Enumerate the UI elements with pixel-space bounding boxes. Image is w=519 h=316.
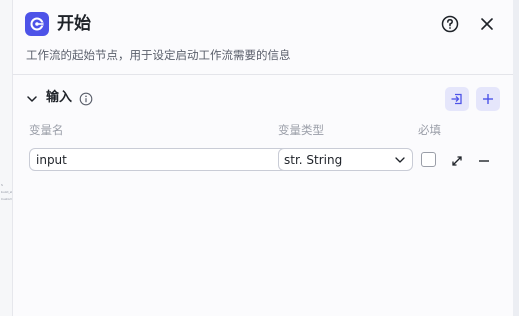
close-icon[interactable] [478,15,496,33]
chevron-down-icon[interactable] [25,91,39,105]
canvas-node-fragment: build_st [1,190,13,194]
info-icon[interactable] [79,91,93,106]
column-header-type: 变量类型 [278,123,324,137]
chevron-down-icon [395,157,405,163]
canvas-node-fragment: S [1,183,3,187]
panel-description: 工作流的起始节点，用于设定启动工作流需要的信息 [26,48,291,62]
add-variable-button[interactable] [476,87,500,111]
panel-title: 开始 [57,14,91,34]
plus-icon [483,94,493,104]
variable-type-value: str. String [284,153,343,167]
variable-name-input[interactable] [29,148,288,171]
canvas-node-fragment: Custom [1,197,13,201]
remove-variable-icon[interactable] [477,153,491,167]
variable-type-select[interactable]: str. String [278,148,413,171]
section-title-input: 输入 [46,90,73,105]
scrollbar-track[interactable] [513,0,519,316]
start-node-icon [25,12,49,36]
expand-icon[interactable] [450,153,464,167]
column-header-required: 必填 [418,123,441,137]
start-node-panel: 开始 工作流的起始节点，用于设定启动工作流需要的信息 输入 变量名 变量类型 必… [12,0,514,316]
help-circle-icon[interactable] [441,15,459,33]
required-checkbox[interactable] [421,152,436,167]
column-header-name: 变量名 [29,123,64,137]
panel-header: 开始 工作流的起始节点，用于设定启动工作流需要的信息 [13,0,514,75]
import-icon [451,93,462,105]
import-variables-button[interactable] [445,87,469,111]
